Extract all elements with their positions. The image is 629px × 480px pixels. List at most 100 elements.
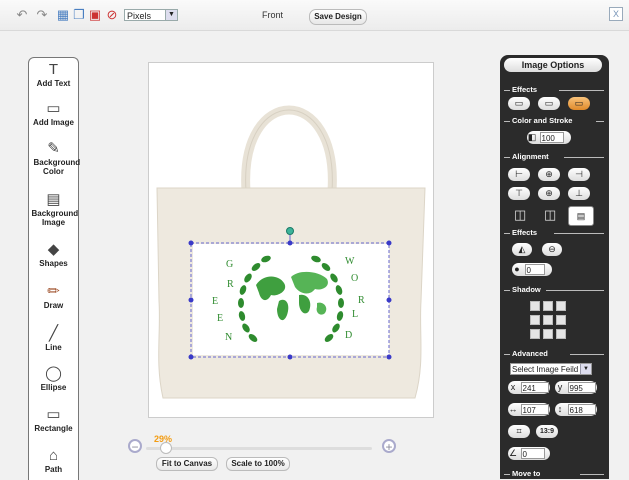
top-toolbar: ↶ ↷ ▦ ❐ ▣ ⊘ Pixels ▼ Front Save Design X [0, 0, 629, 31]
section-shadow[interactable]: Shadow [504, 285, 604, 295]
chevron-down-icon: ▼ [580, 364, 591, 374]
units-select[interactable]: Pixels ▼ [124, 9, 178, 21]
layer-options-button[interactable]: ▤ [568, 206, 594, 226]
tool-background-color[interactable]: ✎ Background Color [29, 140, 81, 176]
letter-n: N [225, 332, 232, 343]
tool-path[interactable]: ⌂ Path [29, 447, 78, 474]
blur-control[interactable]: ● 0 [512, 263, 552, 276]
align-bottom-button[interactable]: ⊥ [568, 187, 590, 200]
background-image-icon: ▤ [46, 191, 61, 208]
pencil-icon: ✏ [47, 283, 60, 300]
tool-rectangle[interactable]: ▭ Rectangle [29, 406, 78, 433]
section-alignment[interactable]: Alignment [504, 152, 604, 162]
tool-draw[interactable]: ✏ Draw [29, 283, 78, 310]
bring-forward-icon[interactable]: ◫ [544, 207, 558, 222]
letter-e: E [212, 296, 218, 307]
tool-label: Path [44, 465, 63, 474]
effect-sepia-button[interactable]: ▭ [568, 97, 590, 110]
align-top-button[interactable]: ⊤ [508, 187, 530, 200]
undo-icon[interactable]: ↶ [15, 8, 29, 22]
panel-title: Image Options [504, 58, 602, 72]
tool-label: Add Image [33, 118, 74, 127]
letter-r: R [227, 279, 234, 290]
align-left-button[interactable]: ⊢ [508, 168, 530, 181]
fit-to-canvas-button[interactable]: Fit to Canvas [156, 457, 218, 471]
tools-sidebar: T Add Text ▭ Add Image ✎ Background Colo… [28, 57, 81, 480]
x-position-control[interactable]: x 241 [508, 381, 550, 394]
line-icon: ╱ [48, 325, 59, 342]
letter-r: R [358, 295, 365, 306]
tote-bag-preview: G R E E N W O R L D [156, 105, 426, 399]
layers-icon[interactable]: ▣ [88, 8, 102, 22]
align-right-button[interactable]: ⊣ [568, 168, 590, 181]
image-icon: ▭ [46, 100, 61, 117]
close-icon[interactable]: X [609, 7, 623, 21]
width-control[interactable]: ↔ 107 [508, 403, 550, 416]
flip-vertical-button[interactable]: ⊖ [542, 243, 562, 256]
x-input[interactable]: 241 [520, 382, 549, 393]
opacity-control[interactable]: ◧ 100 [527, 131, 571, 144]
design-canvas[interactable]: G R E E N W O R L D [148, 62, 434, 418]
shapes-icon: ◆ [47, 241, 60, 258]
letter-d: D [345, 330, 352, 341]
angle-icon: ∠ [508, 448, 518, 458]
tool-background-image[interactable]: ▤ Background Image [29, 191, 79, 227]
section-effects-2[interactable]: Effects [504, 228, 604, 238]
tool-label: Shapes [39, 259, 68, 268]
tool-add-image[interactable]: ▭ Add Image [29, 100, 78, 127]
grid-icon[interactable]: ▦ [56, 8, 70, 22]
width-input[interactable]: 107 [520, 404, 549, 415]
height-input[interactable]: 618 [567, 404, 596, 415]
image-options-panel: Image Options Effects ▭ ▭ ▭ Color and St… [500, 55, 609, 479]
effect-grayscale-button[interactable]: ▭ [538, 97, 560, 110]
rectangle-icon: ▭ [46, 406, 61, 423]
y-input[interactable]: 995 [567, 382, 596, 393]
delete-icon[interactable]: ⊘ [105, 8, 119, 22]
align-center-button[interactable]: ⊕ [538, 168, 560, 181]
tool-ellipse[interactable]: ◯ Ellipse [29, 365, 78, 392]
save-design-button[interactable]: Save Design [309, 9, 367, 25]
zoom-in-icon[interactable]: + [382, 439, 396, 453]
tool-line[interactable]: ╱ Line [29, 325, 78, 352]
rotation-control[interactable]: ∠ 0 [508, 447, 550, 460]
bag-handle [241, 105, 337, 192]
crop-icon[interactable]: ⌗ [508, 425, 530, 438]
height-control[interactable]: ↕ 618 [555, 403, 597, 416]
rotate-handle [286, 227, 294, 235]
image-field-select[interactable]: Select Image Feild ▼ [510, 363, 592, 375]
ellipse-icon: ◯ [45, 365, 62, 382]
opacity-icon: ◧ [527, 132, 537, 142]
blur-input[interactable]: 0 [524, 264, 545, 275]
section-color-stroke[interactable]: Color and Stroke [504, 116, 604, 126]
copy-icon[interactable]: ❐ [72, 8, 86, 22]
tool-label: Background Color [33, 158, 81, 176]
align-middle-button[interactable]: ⊕ [538, 187, 560, 200]
angle-input[interactable]: 0 [520, 448, 545, 459]
path-icon: ⌂ [48, 447, 59, 464]
tool-label: Line [45, 343, 62, 352]
zoom-slider[interactable] [146, 447, 372, 450]
height-icon: ↕ [557, 404, 563, 414]
text-icon: T [48, 61, 59, 78]
flip-horizontal-button[interactable]: ◭ [512, 243, 532, 256]
blur-icon: ● [514, 264, 520, 274]
section-advanced[interactable]: Advanced [504, 349, 604, 359]
send-backward-icon[interactable]: ◫ [514, 207, 528, 222]
aspect-ratio-button[interactable]: 13:9 [536, 425, 558, 438]
opacity-input[interactable]: 100 [539, 132, 564, 143]
tool-label: Add Text [36, 79, 71, 88]
section-move-to[interactable]: Move to [504, 469, 604, 479]
scale-to-100-button[interactable]: Scale to 100% [226, 457, 290, 471]
section-effects[interactable]: Effects [504, 85, 604, 95]
y-position-control[interactable]: y 995 [555, 381, 597, 394]
effect-normal-button[interactable]: ▭ [508, 97, 530, 110]
redo-icon[interactable]: ↷ [35, 8, 49, 22]
shadow-direction-grid[interactable] [530, 301, 568, 341]
tool-label: Rectangle [34, 424, 73, 433]
units-value: Pixels [127, 11, 152, 21]
tool-add-text[interactable]: T Add Text [29, 61, 78, 88]
zoom-out-icon[interactable]: − [128, 439, 142, 453]
zoom-slider-handle[interactable] [160, 442, 172, 454]
chevron-down-icon: ▼ [165, 10, 177, 20]
tool-shapes[interactable]: ◆ Shapes [29, 241, 78, 268]
